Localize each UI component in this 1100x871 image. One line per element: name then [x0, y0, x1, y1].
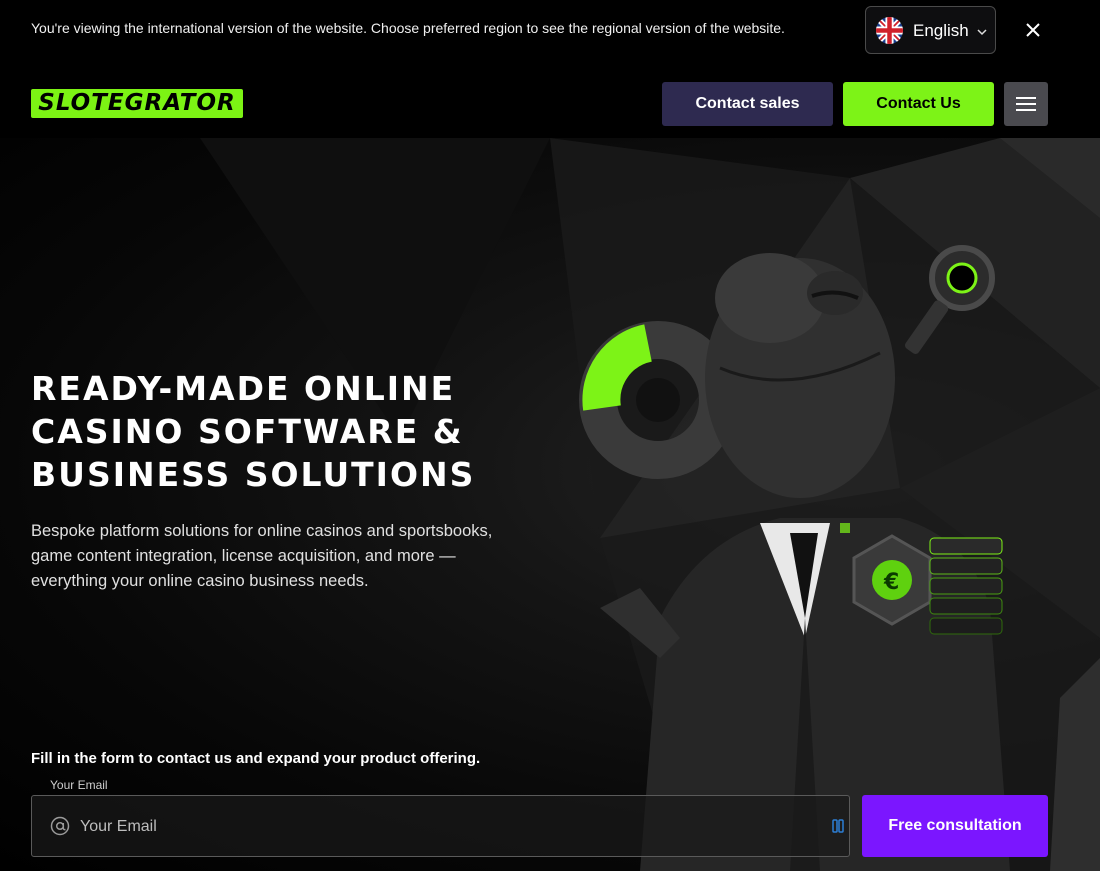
region-notice-bar: You're viewing the international version… [0, 0, 1100, 66]
chevron-down-icon [977, 29, 987, 36]
hero-subtext: Bespoke platform solutions for online ca… [31, 522, 493, 590]
free-consultation-button[interactable]: Free consultation [862, 795, 1048, 857]
contact-sales-button[interactable]: Contact sales [662, 82, 833, 126]
hero-headline: READY-MADE ONLINE CASINO SOFTWARE & BUSI… [31, 369, 476, 494]
svg-text:€: € [883, 570, 899, 595]
contact-us-button[interactable]: Contact Us [843, 82, 994, 126]
close-icon[interactable] [1020, 17, 1046, 43]
password-manager-icon[interactable] [832, 818, 844, 834]
email-input[interactable] [78, 796, 822, 858]
email-field[interactable] [31, 795, 850, 858]
email-field-label: Your Email [50, 778, 108, 792]
hamburger-menu-icon[interactable] [1004, 82, 1048, 126]
logo-text: SLOTEGRATOR [38, 90, 236, 116]
hero-section: € READY-MADE ONLINE CASINO SOFTWARE & BU… [0, 138, 1100, 871]
region-notice-text: You're viewing the international version… [31, 20, 785, 36]
slotegrator-logo[interactable]: SLOTEGRATOR [31, 89, 243, 118]
form-intro-text: Fill in the form to contact us and expan… [31, 750, 481, 767]
at-sign-icon [50, 816, 70, 836]
donut-graphic [579, 321, 737, 479]
uk-flag-icon [876, 17, 903, 44]
language-selector[interactable]: English [865, 6, 996, 54]
language-label: English [913, 21, 969, 40]
site-header: SLOTEGRATOR Contact sales Contact Us [0, 66, 1100, 138]
